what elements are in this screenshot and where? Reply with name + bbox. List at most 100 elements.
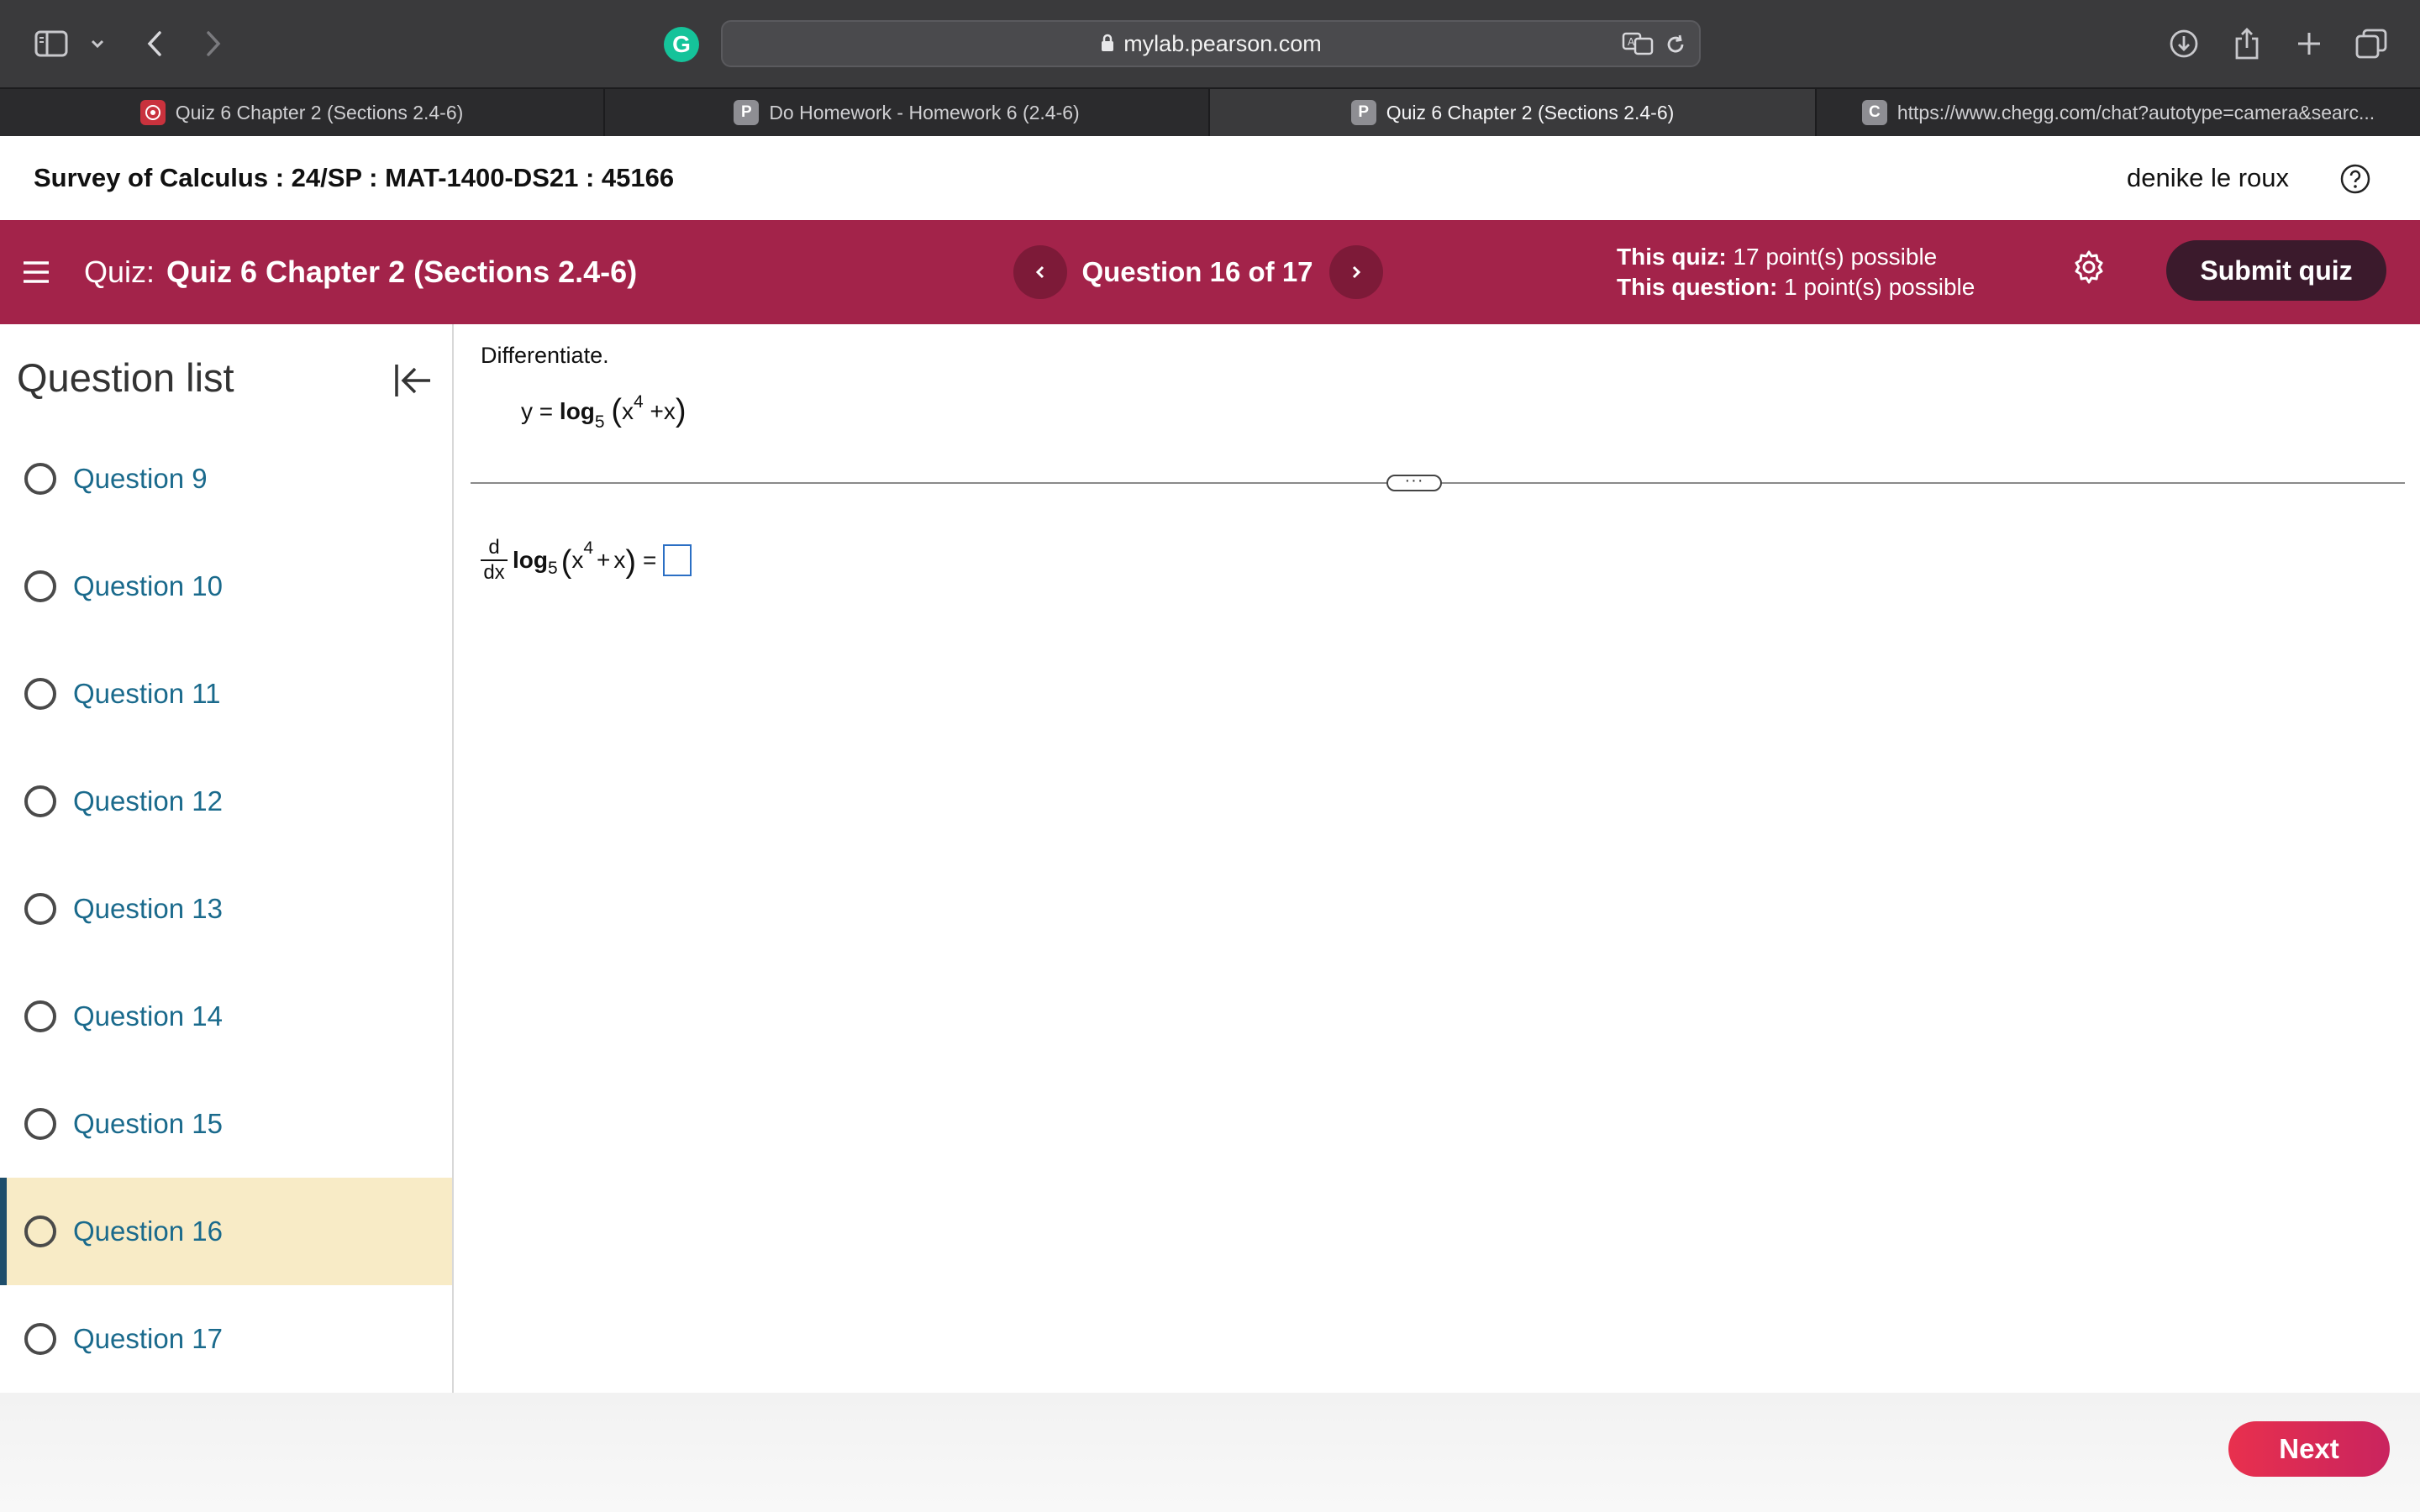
prompt-func: log <box>513 547 548 573</box>
question-points-label: This question: <box>1617 274 1778 300</box>
tab-strip: Quiz 6 Chapter 2 (Sections 2.4-6) P Do H… <box>0 87 2420 136</box>
quiz-title-prefix: Quiz: <box>84 255 155 289</box>
p-favicon-icon: P <box>734 100 760 125</box>
tab-label: Quiz 6 Chapter 2 (Sections 2.4-6) <box>175 101 464 123</box>
question-link[interactable]: Question 15 <box>73 1108 223 1140</box>
question-link[interactable]: Question 17 <box>73 1323 223 1355</box>
forward-arrow-icon[interactable] <box>200 20 227 67</box>
eq-inner-var: x <box>622 398 634 424</box>
points-info: This quiz: 17 point(s) possible This que… <box>1617 242 1975 302</box>
given-equation: y = log5 (x4 +x) <box>521 391 687 432</box>
prompt-inner-plus: + <box>597 547 611 573</box>
status-circle-icon <box>24 463 56 495</box>
status-circle-icon <box>24 1000 56 1032</box>
sidebar-title: Question list <box>17 355 234 400</box>
question-list-item[interactable]: Question 11 <box>0 640 452 748</box>
paren-open: ( <box>611 393 623 428</box>
question-list-item[interactable]: Question 9 <box>0 425 452 533</box>
share-icon[interactable] <box>2230 20 2264 67</box>
submit-quiz-button[interactable]: Submit quiz <box>2166 240 2386 301</box>
status-circle-icon <box>24 678 56 710</box>
eq-equals: = <box>539 398 554 424</box>
divider-drag-handle[interactable]: ··· <box>1386 472 1442 491</box>
question-list-sidebar: Question list Question 9 Question 10 Que… <box>0 324 454 1393</box>
download-icon[interactable] <box>2166 20 2202 67</box>
status-circle-icon <box>24 893 56 925</box>
frac-denominator: dx <box>483 561 505 584</box>
question-link[interactable]: Question 11 <box>73 678 221 710</box>
grammarly-extension-icon[interactable]: G <box>664 27 699 62</box>
question-list-item[interactable]: Question 12 <box>0 748 452 855</box>
answer-input[interactable] <box>663 544 692 576</box>
svg-text:A: A <box>1628 36 1635 48</box>
tab-label: https://www.chegg.com/chat?autotype=came… <box>1897 101 2375 123</box>
question-list-item[interactable]: Question 15 <box>0 1070 452 1178</box>
question-panel: Differentiate. y = log5 (x4 +x) ··· d dx… <box>455 324 2420 1393</box>
question-link[interactable]: Question 9 <box>73 463 208 495</box>
eq-func: log <box>559 398 595 424</box>
status-circle-icon <box>24 1108 56 1140</box>
status-circle-icon <box>24 1323 56 1355</box>
chevron-right-icon <box>1352 265 1361 279</box>
paren-close: ) <box>625 543 637 580</box>
prompt-equals: = <box>643 547 657 573</box>
question-instruction: Differentiate. <box>481 343 609 368</box>
question-list-item[interactable]: Question 17 <box>0 1285 452 1393</box>
menu-icon[interactable] <box>22 255 50 289</box>
prompt-base: 5 <box>548 559 558 578</box>
browser-tab-quiz[interactable]: Quiz 6 Chapter 2 (Sections 2.4-6) <box>0 89 605 136</box>
question-link[interactable]: Question 16 <box>73 1215 223 1247</box>
footer <box>0 1393 2420 1512</box>
translate-icon[interactable]: A <box>1622 31 1655 60</box>
eq-base: 5 <box>594 412 605 432</box>
lock-icon <box>1102 34 1114 51</box>
question-link[interactable]: Question 12 <box>73 785 223 817</box>
p-favicon-icon: P <box>1350 100 1376 125</box>
course-title: Survey of Calculus : 24/SP : MAT-1400-DS… <box>34 163 675 192</box>
tab-overview-icon[interactable] <box>2354 20 2388 67</box>
reload-icon[interactable] <box>1664 33 1687 60</box>
user-name[interactable]: denike le roux <box>2127 136 2289 220</box>
quiz-bar: Quiz: Quiz 6 Chapter 2 (Sections 2.4-6) Q… <box>0 220 2420 324</box>
new-tab-icon[interactable] <box>2294 20 2324 67</box>
eq-inner-term: x <box>663 398 676 424</box>
derivative-prompt: d dx log 5 (x 4 + x) = <box>481 536 692 585</box>
question-list-item[interactable]: Question 14 <box>0 963 452 1070</box>
prompt-inner-exp: 4 <box>583 538 594 558</box>
frac-numerator: d <box>488 536 500 559</box>
course-header: Survey of Calculus : 24/SP : MAT-1400-DS… <box>0 136 2420 220</box>
status-circle-icon <box>24 570 56 602</box>
address-bar[interactable]: mylab.pearson.com A <box>721 20 1701 67</box>
paren-close: ) <box>675 393 687 428</box>
browser-tab-quiz-active[interactable]: P Quiz 6 Chapter 2 (Sections 2.4-6) <box>1210 89 1817 136</box>
derivative-operator: d dx <box>481 536 508 585</box>
question-link[interactable]: Question 14 <box>73 1000 223 1032</box>
next-button[interactable]: Next <box>2228 1421 2390 1477</box>
back-arrow-icon[interactable] <box>141 20 168 67</box>
previous-question-button[interactable] <box>1013 245 1067 299</box>
eq-inner-exp: 4 <box>634 392 644 412</box>
eq-inner-plus: + <box>650 398 664 424</box>
help-icon[interactable] <box>2339 163 2371 195</box>
pearson-favicon-icon <box>139 100 166 125</box>
paren-open: ( <box>560 543 572 580</box>
sidebar-toggle-icon[interactable] <box>32 20 71 67</box>
question-link[interactable]: Question 13 <box>73 893 223 925</box>
question-list-item[interactable]: Question 10 <box>0 533 452 640</box>
gear-icon[interactable] <box>2070 249 2107 286</box>
question-indicator: Question 16 of 17 <box>1081 256 1313 287</box>
browser-tab-chegg[interactable]: C https://www.chegg.com/chat?autotype=ca… <box>1817 89 2420 136</box>
question-list-item[interactable]: Question 13 <box>0 855 452 963</box>
chevron-left-icon <box>1035 265 1044 279</box>
status-circle-icon <box>24 785 56 817</box>
quiz-points-label: This quiz: <box>1617 244 1727 270</box>
chevron-down-icon[interactable] <box>87 20 108 67</box>
question-link[interactable]: Question 10 <box>73 570 223 602</box>
question-list-item-current[interactable]: Question 16 <box>0 1178 452 1285</box>
next-question-button[interactable] <box>1329 245 1383 299</box>
c-favicon-icon: C <box>1861 100 1887 125</box>
collapse-sidebar-icon[interactable] <box>393 361 434 400</box>
quiz-title-name: Quiz 6 Chapter 2 (Sections 2.4-6) <box>166 255 638 289</box>
browser-tab-homework[interactable]: P Do Homework - Homework 6 (2.4-6) <box>605 89 1210 136</box>
tab-label: Quiz 6 Chapter 2 (Sections 2.4-6) <box>1386 101 1675 123</box>
